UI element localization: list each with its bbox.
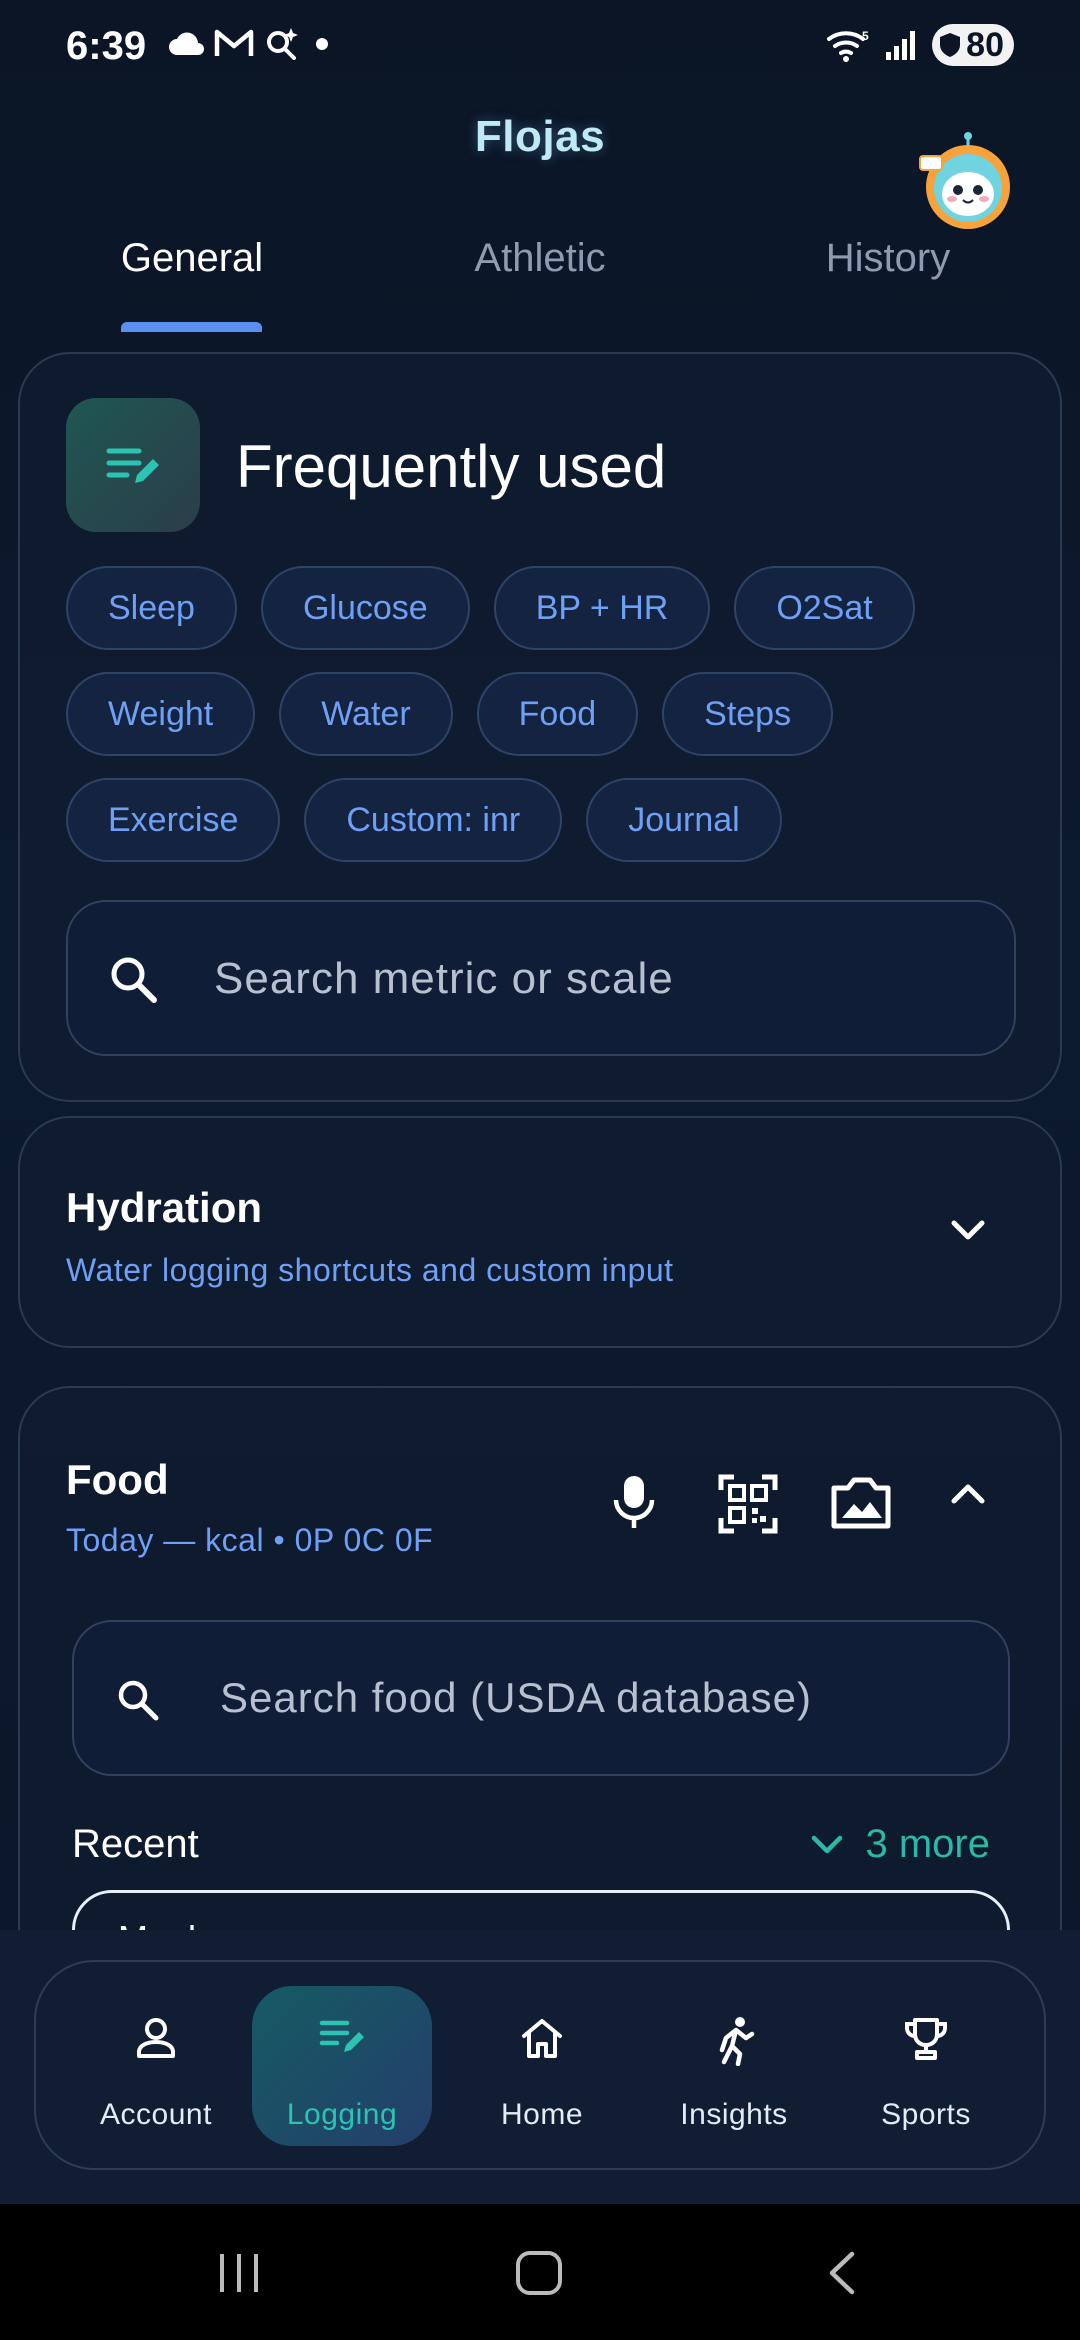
metric-search-input[interactable]: Search metric or scale: [66, 900, 1016, 1056]
status-right: 5 80: [826, 24, 1014, 66]
chip-o2sat[interactable]: O2Sat: [734, 566, 915, 650]
food-title: Food: [66, 1456, 169, 1503]
chip-exercise[interactable]: Exercise: [66, 778, 281, 862]
hydration-title: Hydration: [66, 1184, 263, 1231]
gmail-icon: [214, 29, 254, 56]
back-icon[interactable]: [822, 2250, 862, 2296]
food-search-input[interactable]: Search food (USDA database): [72, 1620, 1010, 1776]
shield-icon: [940, 33, 961, 57]
search-sparkle-icon: [267, 28, 298, 60]
tab-athletic[interactable]: Athletic: [410, 236, 670, 281]
nav-account-label: Account: [100, 2098, 212, 2131]
food-card: Food Today — kcal • 0P 0C 0F Search food…: [18, 1386, 1062, 1946]
chip-custom-inr[interactable]: Custom: inr: [304, 778, 563, 862]
search-icon: [118, 1680, 159, 1721]
nav-home-label: Home: [500, 2098, 584, 2131]
bottom-nav: Account Logging Home Insights Sports: [34, 1960, 1046, 2170]
nav-account[interactable]: Account: [66, 1986, 246, 2146]
nav-insights[interactable]: Insights: [644, 1986, 824, 2146]
system-navigation-bar: [0, 2204, 1080, 2340]
chip-food[interactable]: Food: [476, 672, 639, 756]
chip-steps[interactable]: Steps: [662, 672, 834, 756]
home-button-icon[interactable]: [514, 2250, 564, 2296]
trophy-icon: [905, 2018, 947, 2060]
tab-general[interactable]: General: [62, 236, 322, 281]
edit-list-icon: [319, 2020, 364, 2052]
show-more-button[interactable]: 3 more: [810, 1822, 991, 1867]
chip-water[interactable]: Water: [279, 672, 453, 756]
metric-chips: Sleep Glucose BP + HR O2Sat Weight Water…: [66, 566, 1036, 884]
metric-search-placeholder: Search metric or scale: [214, 954, 674, 1003]
recent-apps-icon[interactable]: [214, 2250, 264, 2296]
search-icon: [111, 957, 157, 1003]
frequently-used-title: Frequently used: [236, 433, 667, 500]
nav-sports-label: Sports: [881, 2098, 971, 2131]
cloud-icon: [169, 32, 204, 55]
battery-indicator: 80: [932, 24, 1014, 66]
nav-sports[interactable]: Sports: [836, 1986, 1016, 2146]
runner-icon: [719, 2017, 755, 2066]
dot-icon: [316, 38, 328, 50]
tab-bar: General Athletic History: [0, 236, 1080, 332]
chevron-down-icon[interactable]: [950, 1218, 986, 1242]
battery-level: 80: [966, 25, 1004, 64]
show-more-label: 3 more: [865, 1822, 991, 1866]
food-search-placeholder: Search food (USDA database): [220, 1674, 812, 1721]
chip-glucose[interactable]: Glucose: [260, 566, 470, 650]
nav-home[interactable]: Home: [452, 1986, 632, 2146]
frequently-used-icon-box: [66, 398, 200, 532]
recent-label: Recent: [72, 1822, 199, 1866]
tab-history[interactable]: History: [758, 236, 1018, 281]
photo-camera-icon[interactable]: [830, 1474, 892, 1530]
edit-list-icon: [106, 448, 159, 483]
chevron-up-icon[interactable]: [950, 1482, 986, 1506]
nav-logging-label: Logging: [286, 2098, 398, 2131]
food-subtitle: Today — kcal • 0P 0C 0F: [66, 1522, 434, 1558]
nav-logging[interactable]: Logging: [252, 1986, 432, 2146]
notification-icons: [168, 26, 334, 60]
chip-weight[interactable]: Weight: [66, 672, 256, 756]
chip-sleep[interactable]: Sleep: [66, 566, 237, 650]
hydration-card[interactable]: Hydration Water logging shortcuts and cu…: [18, 1116, 1062, 1348]
person-icon: [137, 2018, 175, 2058]
chip-row: Sleep Glucose BP + HR O2Sat: [66, 566, 1036, 650]
chip-bp-hr[interactable]: BP + HR: [493, 566, 711, 650]
wifi-icon: 5: [827, 29, 869, 62]
hydration-subtitle: Water logging shortcuts and custom input: [66, 1252, 674, 1288]
chip-journal[interactable]: Journal: [586, 778, 782, 862]
nav-insights-label: Insights: [680, 2098, 788, 2131]
status-bar: 6:39 5 80: [0, 0, 1080, 96]
avatar[interactable]: [918, 132, 1018, 232]
status-time: 6:39: [66, 24, 147, 68]
mascot-avatar-icon: [919, 132, 1010, 229]
microphone-icon[interactable]: [612, 1474, 656, 1530]
svg-text:5: 5: [862, 29, 869, 43]
chip-row: Weight Water Food Steps: [66, 672, 1036, 756]
frequently-used-card: Frequently used Sleep Glucose BP + HR O2…: [18, 352, 1062, 1102]
home-icon: [522, 2019, 562, 2058]
qr-scan-icon[interactable]: [718, 1474, 778, 1534]
chevron-down-icon: [811, 1835, 842, 1853]
signal-icon: [886, 31, 916, 60]
active-tab-indicator: [121, 322, 262, 332]
chip-row: Exercise Custom: inr Journal: [66, 778, 1036, 862]
